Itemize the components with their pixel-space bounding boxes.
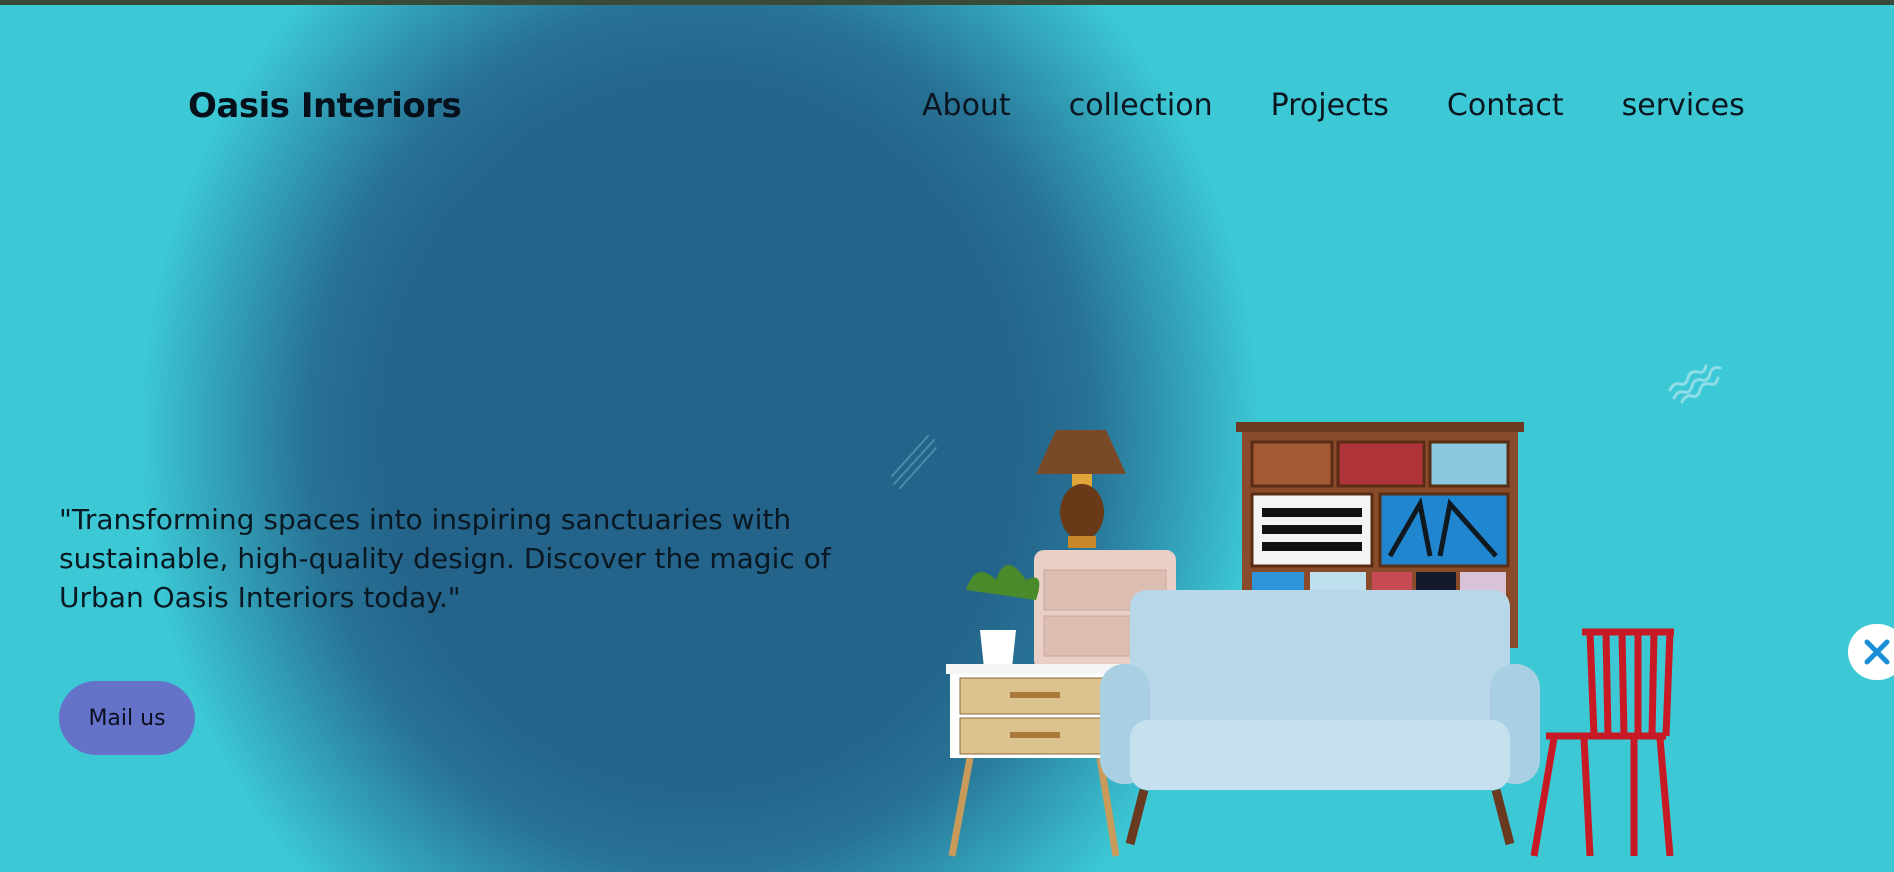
plant-image — [966, 565, 1040, 668]
nav-collection[interactable]: collection — [1069, 88, 1213, 123]
x-logo-icon — [1864, 639, 1890, 665]
chair-image — [1530, 628, 1674, 857]
sofa-image — [1100, 590, 1540, 846]
nav-projects[interactable]: Projects — [1271, 88, 1389, 123]
furniture-illustration — [946, 422, 1674, 857]
hero-tagline: "Transforming spaces into inspiring sanc… — [59, 503, 831, 614]
nav-contact[interactable]: Contact — [1447, 88, 1564, 123]
main-nav: About collection Projects Contact servic… — [922, 88, 1745, 123]
nav-services[interactable]: services — [1622, 88, 1745, 123]
brand-logo[interactable]: Oasis Interiors — [188, 86, 462, 126]
squiggle-lines-icon — [1668, 364, 1722, 404]
site-header: Oasis Interiors About collection Project… — [0, 80, 1894, 130]
nav-about[interactable]: About — [922, 88, 1011, 123]
side-table-image — [946, 664, 1120, 857]
mail-us-button[interactable]: Mail us — [59, 681, 195, 755]
lamp-image — [1036, 430, 1126, 548]
